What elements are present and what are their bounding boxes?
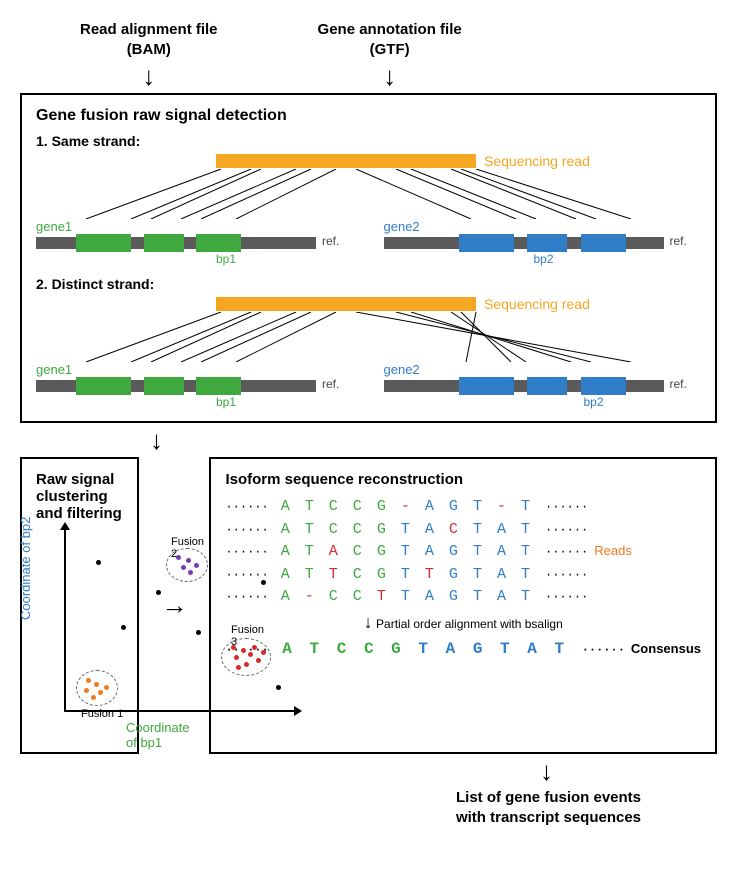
cluster-dot (181, 565, 186, 570)
cluster-dot (98, 690, 103, 695)
mapping-lines-svg (36, 169, 676, 219)
cluster-dot (86, 678, 91, 683)
ref-label: ref. (322, 234, 339, 248)
bp2-label: bp2 (574, 395, 614, 409)
gene2-track: gene2 ref. bp2 (384, 219, 702, 266)
cluster-dot (236, 665, 241, 670)
output-label: List of gene fusion events with transcri… (380, 788, 717, 827)
noise-dot (96, 560, 101, 565)
isoform-title: Isoform sequence reconstruction (225, 471, 701, 488)
sequencing-read-label: Sequencing read (484, 296, 590, 312)
reads-block: ······ A T C C G - A G T - T ···········… (225, 496, 701, 609)
read-row: ······ A T C C G - A G T - T ······ (225, 496, 701, 519)
gene1-track: gene1 ref. bp1 (36, 219, 354, 266)
arrow-down-icon: ↓ (150, 427, 717, 453)
read-row: ······ A T C C G T A C T A T ······ (225, 519, 701, 542)
gtf-line2: (GTF) (370, 41, 410, 58)
clustering-title: Raw signal clustering and filtering (36, 471, 123, 522)
arrow-down-icon: ↓ (540, 758, 717, 784)
read-row: ······ A T A C G T A G T A T ······Reads (225, 541, 701, 564)
bam-line2: (BAM) (127, 41, 171, 58)
cluster-dot (244, 662, 249, 667)
gene1-label: gene1 (36, 362, 354, 377)
bp2-label: bp2 (524, 252, 564, 266)
output-line2: with transcript sequences (456, 809, 641, 826)
cluster-dot (248, 652, 253, 657)
fusion1-label: Fusion 1 (81, 708, 123, 720)
input-bam: Read alignment file (BAM) ↓ (80, 20, 218, 93)
cluster-dot (234, 655, 239, 660)
gtf-line1: Gene annotation file (318, 21, 462, 38)
fusion2-label: Fusion 2 (171, 536, 204, 560)
sequencing-read-bar (216, 297, 476, 311)
noise-dot (121, 625, 126, 630)
cluster-dot (84, 688, 89, 693)
cluster-dot (194, 563, 199, 568)
y-axis (64, 530, 66, 710)
reference-tracks-row: gene1 ref. bp1 gene2 ref. bp2 (36, 219, 701, 266)
consensus-block: ······ A T C C G T A G T A T ······Conse… (225, 637, 701, 661)
cluster-dot (104, 685, 109, 690)
read-row: ······ A T T C G T T G T A T ······ (225, 564, 701, 587)
sequencing-read-row: Sequencing read (216, 153, 701, 169)
fusion3-label: Fusion 3 (231, 624, 264, 648)
x-axis-label: Coordinate of bp1 (126, 720, 190, 750)
top-inputs: Read alignment file (BAM) ↓ Gene annotat… (80, 20, 717, 93)
middle-row: Raw signal clustering and filtering Coor… (20, 457, 717, 754)
mapping-lines-svg-2 (36, 312, 676, 362)
bp1-label: bp1 (206, 252, 246, 266)
sequencing-read-label: Sequencing read (484, 153, 590, 169)
read-row: ······ A - C C T T A G T A T ······ (225, 586, 701, 609)
cluster-dot (91, 695, 96, 700)
sequencing-read-bar (216, 154, 476, 168)
clustering-panel: Raw signal clustering and filtering Coor… (20, 457, 139, 754)
arrow-down-icon: ↓ (80, 63, 218, 89)
gene2-label: gene2 (384, 362, 702, 377)
cluster-dot (94, 682, 99, 687)
cluster-dot (261, 650, 266, 655)
gene2-track: gene2 ref. bp2 (384, 362, 702, 409)
cluster-dot (241, 648, 246, 653)
noise-dot (261, 580, 266, 585)
poa-caption: ↓ Partial order alignment with bsalign (225, 613, 701, 631)
detection-panel: Gene fusion raw signal detection 1. Same… (20, 93, 717, 423)
bam-line1: Read alignment file (80, 21, 218, 38)
gene1-label: gene1 (36, 219, 354, 234)
noise-dot (276, 685, 281, 690)
output-line1: List of gene fusion events (456, 789, 641, 806)
reference-tracks-row-2: gene1 ref. bp1 gene2 ref. bp2 (36, 362, 701, 409)
gene1-track: gene1 ref. bp1 (36, 362, 354, 409)
gene2-label: gene2 (384, 219, 702, 234)
cluster-plot: Coordinate of bp2 Coordinate of bp1 Fusi… (36, 530, 123, 740)
same-strand-heading: 1. Same strand: (36, 133, 701, 149)
sequencing-read-row-2: Sequencing read (216, 296, 701, 312)
cluster-dot (188, 570, 193, 575)
input-gtf: Gene annotation file (GTF) ↓ (318, 20, 462, 93)
ref-label: ref. (670, 377, 687, 391)
noise-dot (156, 590, 161, 595)
ref-label: ref. (322, 377, 339, 391)
ref-label: ref. (670, 234, 687, 248)
arrow-down-icon: ↓ (318, 63, 462, 89)
detection-title: Gene fusion raw signal detection (36, 107, 701, 125)
noise-dot (196, 630, 201, 635)
distinct-strand-heading: 2. Distinct strand: (36, 276, 701, 292)
cluster-circle (76, 670, 118, 706)
consensus-row: ······ A T C C G T A G T A T ······Conse… (225, 637, 701, 661)
bp1-label: bp1 (206, 395, 246, 409)
cluster-dot (256, 658, 261, 663)
y-axis-label: Coordinate of bp2 (18, 517, 33, 620)
